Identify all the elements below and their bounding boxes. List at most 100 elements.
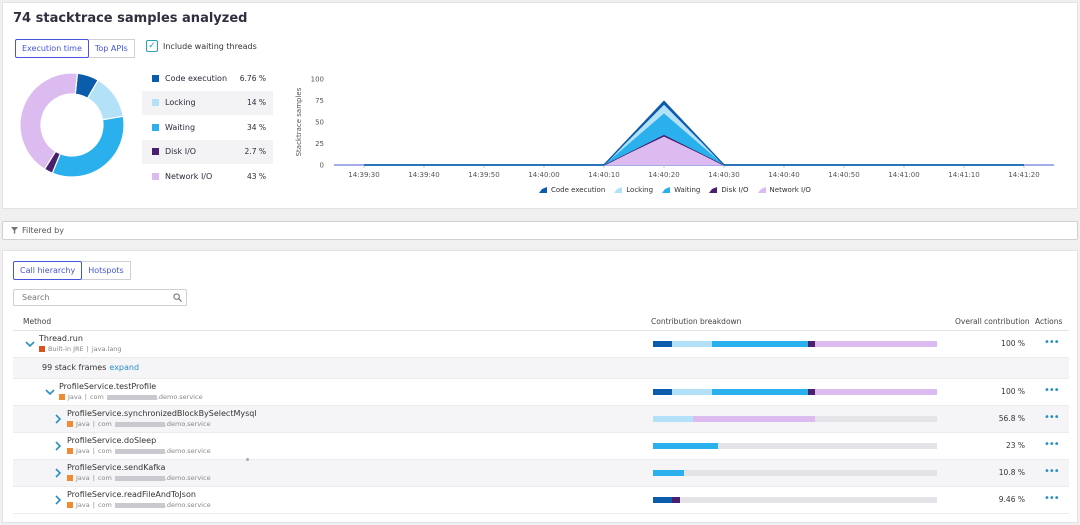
- chart-legend: Code execution Locking Waiting Disk I/O Netw…: [539, 186, 811, 194]
- method-name[interactable]: ProfileService.doSleep: [67, 436, 156, 445]
- more-actions-icon[interactable]: •••: [1044, 412, 1060, 423]
- chart-legend-label: Locking: [626, 186, 654, 194]
- chevron-right-icon[interactable]: [53, 414, 63, 424]
- contribution-bar: [653, 443, 937, 449]
- legend-value: 14 %: [246, 98, 266, 108]
- overall-contribution: 23 %: [1005, 441, 1025, 450]
- legend-value: 43 %: [246, 171, 266, 181]
- method-name[interactable]: ProfileService.sendKafka: [67, 463, 165, 472]
- breakdown-segment: [815, 389, 938, 395]
- stack-frames-row[interactable]: 99 stack frames expand: [13, 358, 1069, 379]
- area-legend-icon: [757, 187, 766, 193]
- chart-legend-item[interactable]: Waiting: [662, 186, 700, 194]
- y-tick-label: 75: [315, 97, 324, 105]
- redacted-block: [106, 394, 157, 400]
- method-source: Java | com .demo.service: [59, 393, 203, 401]
- lang-label: Java: [76, 447, 90, 455]
- donut-slice[interactable]: [51, 115, 125, 178]
- include-waiting-toggle[interactable]: ✓ Include waiting threads: [146, 40, 257, 52]
- legend-label: Network I/O: [165, 171, 213, 181]
- lang-icon: [67, 448, 73, 454]
- legend-label: Disk I/O: [165, 147, 197, 157]
- category-legend: Code execution 6.76 % Locking 14 % Waiti…: [142, 66, 273, 189]
- table-row[interactable]: ProfileService.doSleep Java | com .demo.ser…: [13, 433, 1069, 460]
- header-overall[interactable]: Overall contribution: [955, 317, 1030, 326]
- search-icon[interactable]: [173, 293, 182, 302]
- filter-bar[interactable]: Filtered by: [2, 221, 1078, 240]
- method-name[interactable]: ProfileService.synchronizedBlockBySelect…: [67, 409, 257, 418]
- contribution-bar: [653, 341, 938, 347]
- header-method[interactable]: Method: [23, 317, 51, 326]
- cursor-dot: [246, 458, 249, 461]
- stack-frames-count: 99 stack frames: [42, 363, 107, 372]
- chart-legend-label: Network I/O: [769, 186, 811, 194]
- package-prefix: com: [97, 501, 112, 509]
- y-tick-label: 100: [311, 76, 324, 84]
- view-toggle: Execution time Top APIs: [15, 39, 135, 58]
- legend-value: 6.76 %: [239, 73, 266, 83]
- area-legend-icon: [662, 187, 671, 193]
- tab-hotspots[interactable]: Hotspots: [82, 261, 131, 280]
- chart-legend-item[interactable]: Disk I/O: [709, 186, 749, 194]
- table-row[interactable]: Thread.run Built-in JRE | java.lang 100 % …: [13, 331, 1069, 358]
- legend-label: Waiting: [165, 122, 196, 132]
- method-source: Java | com .demo.service: [67, 474, 211, 482]
- chart-legend-item[interactable]: Code execution: [539, 186, 605, 194]
- table-row[interactable]: ProfileService.testProfile Java | com .demo…: [13, 379, 1069, 406]
- package-suffix: .demo.service: [164, 447, 211, 455]
- table-row[interactable]: ProfileService.sendKafka Java | com .demo.s…: [13, 460, 1069, 487]
- breakdown-segment: [807, 341, 816, 347]
- chevron-down-icon[interactable]: [25, 339, 35, 349]
- package-suffix: .demo.service: [164, 501, 211, 509]
- chevron-right-icon[interactable]: [53, 495, 63, 505]
- chart-legend-item[interactable]: Network I/O: [757, 186, 811, 194]
- method-source: Java | com .demo.service: [67, 447, 211, 455]
- legend-swatch: [152, 99, 159, 107]
- method-name[interactable]: ProfileService.testProfile: [59, 382, 156, 391]
- search-placeholder: Search: [22, 293, 50, 302]
- method-name[interactable]: ProfileService.readFileAndToJson: [67, 490, 196, 499]
- area-legend-icon: [539, 187, 547, 193]
- tab-execution-time[interactable]: Execution time: [15, 39, 89, 58]
- more-actions-icon[interactable]: •••: [1044, 337, 1060, 348]
- breakdown-segment: [672, 389, 712, 395]
- chart-legend-item[interactable]: Locking: [614, 186, 653, 194]
- legend-swatch: [152, 123, 159, 131]
- expand-link[interactable]: expand: [109, 363, 139, 372]
- legend-row: Locking 14 %: [142, 90, 273, 115]
- table-row[interactable]: ProfileService.readFileAndToJson Java | co…: [13, 487, 1069, 514]
- breakdown-segment: [711, 341, 808, 347]
- contribution-bar: [653, 497, 937, 503]
- x-tick-label: 14:41:00: [888, 171, 919, 179]
- tab-top-apis[interactable]: Top APIs: [88, 39, 135, 58]
- more-actions-icon[interactable]: •••: [1044, 439, 1060, 450]
- chevron-right-icon[interactable]: [53, 441, 63, 451]
- tab-call-hierarchy[interactable]: Call hierarchy: [13, 261, 83, 280]
- redacted-block: [114, 421, 165, 427]
- table-row[interactable]: ProfileService.synchronizedBlockBySelect…: [13, 406, 1069, 433]
- method-source: Java | com .demo.service: [67, 501, 211, 509]
- page-title: 74 stacktrace samples analyzed: [13, 11, 248, 26]
- chevron-down-icon[interactable]: [45, 387, 55, 397]
- package-suffix: .demo.service: [164, 420, 211, 428]
- more-actions-icon[interactable]: •••: [1044, 493, 1060, 504]
- more-actions-icon[interactable]: •••: [1044, 385, 1060, 396]
- more-actions-icon[interactable]: •••: [1044, 466, 1060, 477]
- donut-slice[interactable]: [19, 72, 79, 170]
- samples-area-chart: Stacktrace samples 100 75 50 25 0 14:39:30 14:3…: [295, 76, 1054, 179]
- overall-contribution: 9.46 %: [998, 495, 1025, 504]
- search-input[interactable]: Search: [13, 289, 187, 306]
- x-tick-label: 14:40:40: [768, 171, 799, 179]
- method-name[interactable]: Thread.run: [39, 334, 83, 343]
- breakdown-segment: [672, 497, 680, 503]
- legend-row: Disk I/O 2.7 %: [142, 139, 273, 164]
- x-tick-label: 14:40:10: [588, 171, 619, 179]
- method-source: Built-in JRE | java.lang: [39, 345, 122, 353]
- lang-label: Built-in JRE: [48, 345, 84, 353]
- summary-panel: 74 stacktrace samples analyzed Execution…: [2, 2, 1078, 209]
- x-tick-label: 14:41:10: [948, 171, 979, 179]
- check-icon[interactable]: ✓: [146, 40, 158, 52]
- x-tick-label: 14:40:30: [708, 171, 739, 179]
- chevron-right-icon[interactable]: [53, 468, 63, 478]
- lang-icon: [67, 421, 73, 427]
